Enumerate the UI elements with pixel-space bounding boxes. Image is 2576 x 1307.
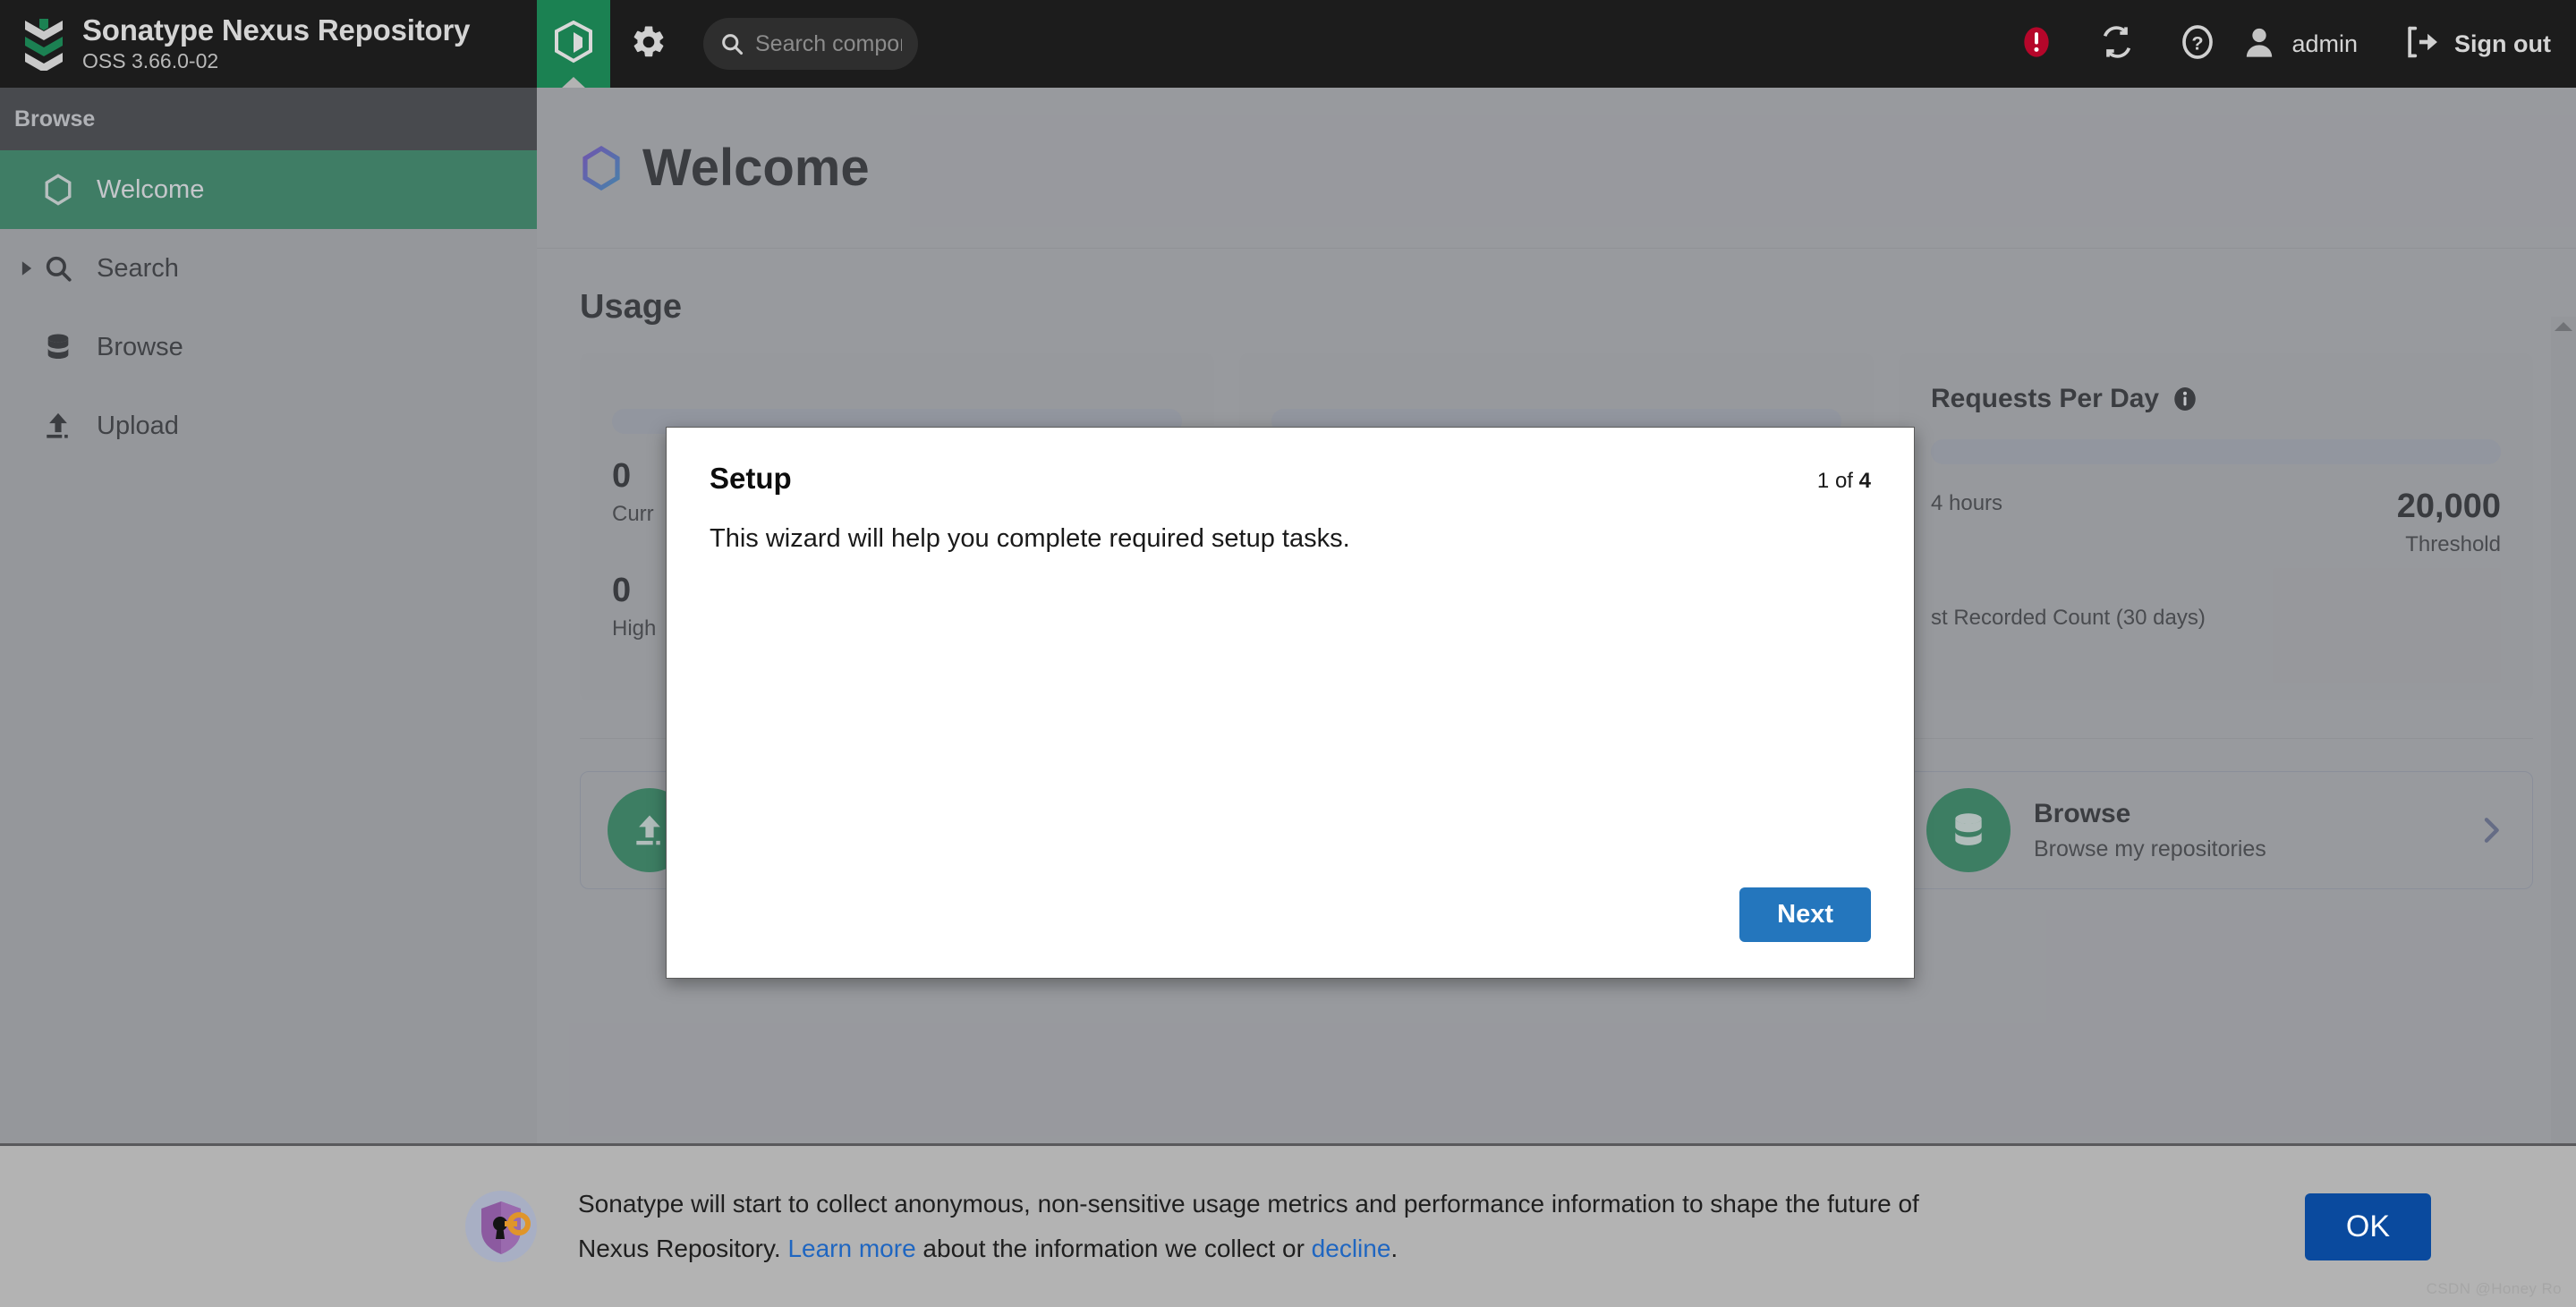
modal-footer: Next: [667, 887, 1914, 978]
application-window: Sonatype Nexus Repository OSS 3.66.0-02: [0, 0, 2576, 1307]
repository-cube-tab[interactable]: [537, 0, 610, 88]
help-question-icon: ?: [2180, 24, 2215, 64]
sign-out-icon: [2404, 25, 2440, 64]
shield-key-icon: [458, 1184, 544, 1269]
sign-out-label: Sign out: [2454, 30, 2551, 57]
alert-button[interactable]: [1996, 0, 2077, 88]
ok-button[interactable]: OK: [2304, 1192, 2431, 1260]
error-alert-icon: [2019, 24, 2054, 64]
modal-body-text: This wizard will help you complete requi…: [710, 524, 1350, 553]
step-total: 4: [1858, 469, 1871, 493]
brand-title: Sonatype Nexus Repository: [82, 13, 471, 47]
brand-block: Sonatype Nexus Repository OSS 3.66.0-02: [0, 14, 537, 73]
settings-gear-button[interactable]: [610, 0, 687, 88]
user-avatar-icon: [2241, 24, 2277, 64]
svg-text:?: ?: [2192, 31, 2204, 54]
watermark-label: CSDN @Honey Ro: [2426, 1280, 2562, 1297]
top-header-bar: Sonatype Nexus Repository OSS 3.66.0-02: [0, 0, 2576, 88]
learn-more-link[interactable]: Learn more: [787, 1235, 915, 1262]
header-actions: ? admin Sign out: [1996, 0, 2576, 88]
global-search-box[interactable]: [703, 18, 918, 70]
modal-header: Setup 1 of 4: [667, 428, 1914, 496]
search-icon: [719, 31, 744, 56]
user-name-label: admin: [2291, 30, 2359, 57]
banner-text-part2: about the information we collect or: [915, 1235, 1312, 1262]
banner-message: Sonatype will start to collect anonymous…: [578, 1182, 1974, 1271]
modal-body: This wizard will help you complete requi…: [667, 496, 1914, 887]
brand-version: OSS 3.66.0-02: [82, 49, 219, 72]
modal-title: Setup: [710, 462, 792, 495]
search-input[interactable]: [755, 30, 902, 57]
telemetry-consent-banner: Sonatype will start to collect anonymous…: [0, 1143, 2576, 1307]
sonatype-chevron-logo-icon: [20, 17, 68, 72]
step-of: of: [1829, 469, 1859, 493]
refresh-button[interactable]: [2077, 0, 2157, 88]
decline-link[interactable]: decline: [1312, 1235, 1391, 1262]
cube-icon: [554, 20, 593, 68]
refresh-icon: [2099, 24, 2135, 64]
banner-text-part3: .: [1390, 1235, 1399, 1262]
modal-step-indicator: 1 of 4: [1817, 462, 1871, 494]
user-menu-button[interactable]: admin: [2238, 24, 2370, 64]
gear-icon: [630, 23, 667, 65]
step-current: 1: [1816, 469, 1830, 493]
help-button[interactable]: ?: [2157, 0, 2238, 88]
sign-out-button[interactable]: Sign out: [2370, 25, 2551, 64]
setup-wizard-modal: Setup 1 of 4 This wizard will help you c…: [666, 427, 1915, 979]
next-button[interactable]: Next: [1739, 887, 1871, 942]
